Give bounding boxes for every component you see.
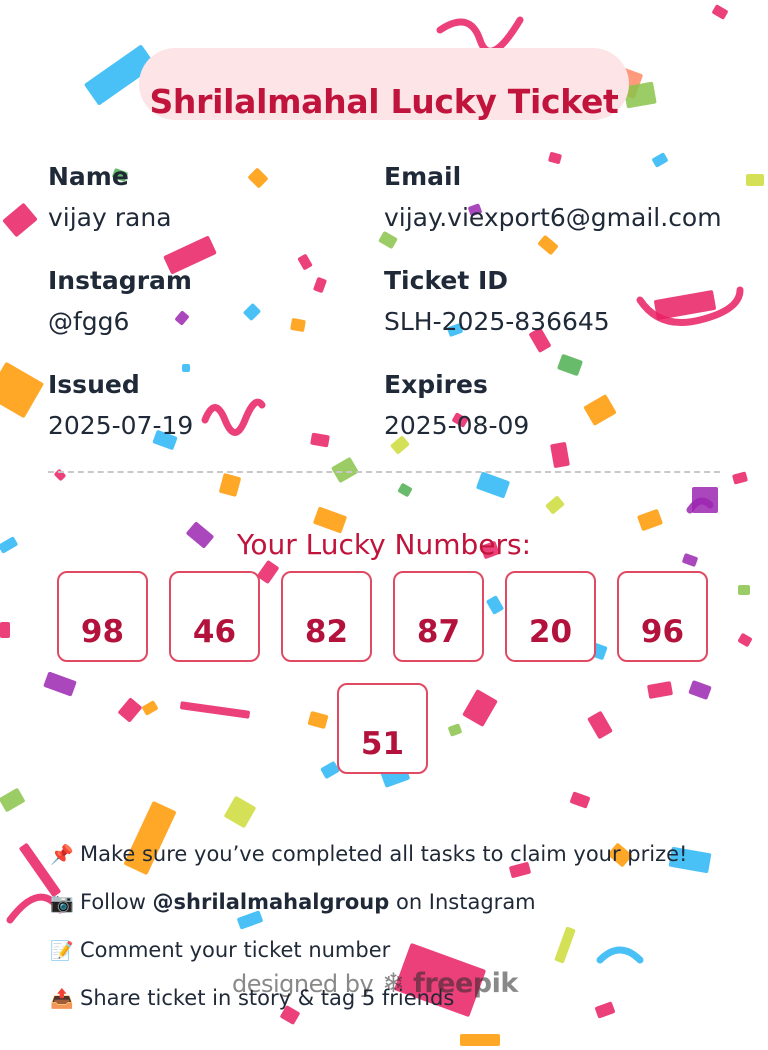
pushpin-icon: 📌 bbox=[50, 844, 74, 866]
issued-label: Issued bbox=[48, 370, 140, 399]
lucky-numbers-heading: Your Lucky Numbers: bbox=[236, 528, 532, 561]
instagram-label: Instagram bbox=[48, 266, 192, 295]
lucky-number-2: 46 bbox=[169, 571, 260, 662]
lucky-number-value: 46 bbox=[192, 614, 237, 650]
lucky-number-4: 87 bbox=[393, 571, 484, 662]
watermark-brand: freepik bbox=[413, 968, 518, 999]
name-value: vijay rana bbox=[48, 203, 172, 232]
ticket-title: Shrilalmahal Lucky Ticket bbox=[149, 82, 619, 121]
issued-value: 2025-07-19 bbox=[48, 411, 194, 440]
lucky-number-value: 51 bbox=[360, 726, 405, 762]
lucky-number-5: 20 bbox=[505, 571, 596, 662]
ticket-id-label: Ticket ID bbox=[384, 266, 509, 295]
outbox-tray-icon: 📤 bbox=[50, 988, 74, 1010]
ticket-id-value: SLH-2025-836645 bbox=[384, 307, 610, 336]
memo-icon: 📝 bbox=[50, 940, 74, 962]
email-value: vijay.viexport6@gmail.com bbox=[384, 203, 722, 232]
instruction-suffix: on Instagram bbox=[389, 890, 536, 914]
lucky-number-value: 98 bbox=[80, 614, 125, 650]
instruction-complete-tasks: 📌 Make sure you’ve completed all tasks to… bbox=[50, 842, 687, 866]
instruction-prefix: Follow bbox=[80, 890, 153, 914]
lucky-number-value: 20 bbox=[528, 614, 573, 650]
dashed-divider bbox=[48, 471, 720, 473]
freepik-logo-icon: ❄ bbox=[382, 968, 405, 999]
expires-value: 2025-08-09 bbox=[384, 411, 530, 440]
instruction-text: Make sure you’ve completed all tasks to … bbox=[80, 842, 688, 866]
watermark-prefix: designed by bbox=[232, 970, 374, 998]
camera-icon: 📷 bbox=[50, 892, 74, 914]
lucky-number-6: 96 bbox=[617, 571, 708, 662]
lucky-number-value: 82 bbox=[304, 614, 349, 650]
instagram-value: @fgg6 bbox=[48, 307, 130, 336]
lucky-ticket-card: Shrilalmahal Lucky Ticket Name vijay ran… bbox=[0, 0, 768, 1050]
lucky-number-7: 51 bbox=[337, 683, 428, 774]
instagram-handle-link[interactable]: @shrilalmahalgroup bbox=[153, 890, 390, 914]
instruction-comment: 📝 Comment your ticket number bbox=[50, 938, 390, 962]
lucky-number-value: 96 bbox=[640, 614, 685, 650]
freepik-watermark: designed by ❄ freepik bbox=[232, 968, 518, 999]
lucky-number-3: 82 bbox=[281, 571, 372, 662]
name-label: Name bbox=[48, 162, 129, 191]
lucky-number-1: 98 bbox=[57, 571, 148, 662]
instruction-text: Comment your ticket number bbox=[80, 938, 391, 962]
lucky-number-value: 87 bbox=[416, 614, 461, 650]
instruction-follow: 📷 Follow @shrilalmahalgroup on Instagram bbox=[50, 890, 536, 914]
expires-label: Expires bbox=[384, 370, 488, 399]
email-label: Email bbox=[384, 162, 462, 191]
